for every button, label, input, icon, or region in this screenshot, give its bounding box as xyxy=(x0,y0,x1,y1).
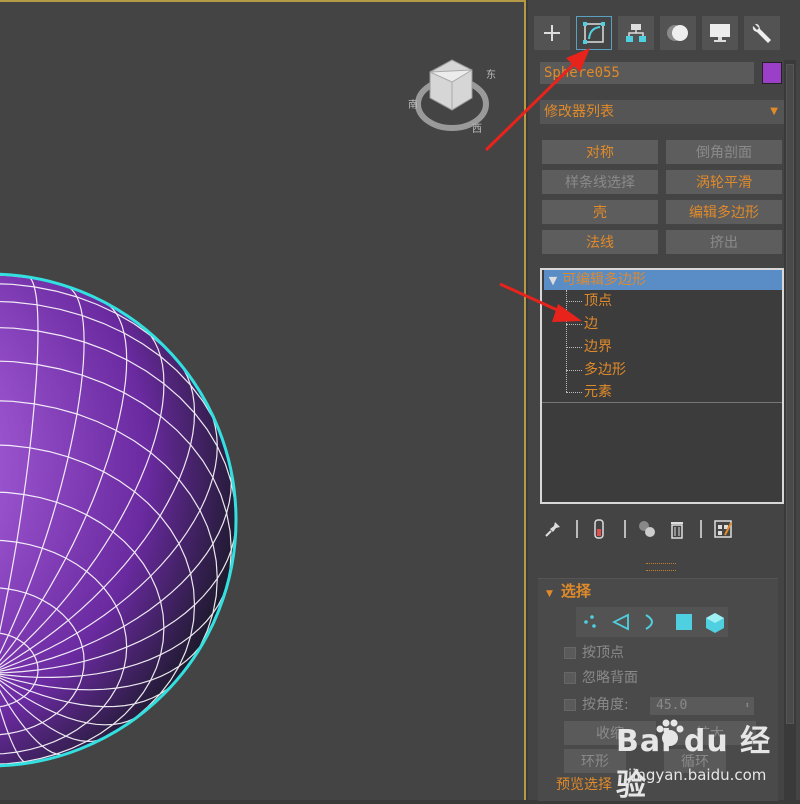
svg-text:东: 东 xyxy=(486,68,496,81)
show-end-result-icon[interactable] xyxy=(588,518,610,540)
stack-toolbar xyxy=(540,516,784,542)
plus-icon xyxy=(544,25,560,41)
watermark-brand: Bai du 经验 xyxy=(616,724,772,803)
panel-scrollbar[interactable] xyxy=(784,60,796,800)
command-tabs xyxy=(528,8,800,52)
ignore-backfacing-checkbox[interactable] xyxy=(564,672,576,684)
by-vertex-label: 按顶点 xyxy=(582,645,624,661)
rollout-title-label: 选择 xyxy=(560,582,591,600)
subobject-selector-bar xyxy=(576,607,728,637)
watermark-url: jingyan.baidu.com xyxy=(628,766,767,784)
angle-value: 45.0 xyxy=(656,698,688,713)
tree-branch xyxy=(566,301,582,302)
element-mode-icon[interactable] xyxy=(706,613,724,633)
hierarchy-icon xyxy=(626,24,646,42)
tree-branch xyxy=(566,370,582,371)
motion-icon xyxy=(667,25,688,41)
panel-grip[interactable] xyxy=(646,563,676,571)
baidu-watermark: Bai du 经验 jingyan.baidu.com xyxy=(598,712,798,803)
collapse-triangle-icon: ▼ xyxy=(546,589,553,599)
stack-divider xyxy=(542,402,782,403)
object-name-field[interactable]: Sphere055 xyxy=(540,62,754,84)
subobject-vertex[interactable]: 顶点 xyxy=(584,291,612,311)
border-mode-icon[interactable] xyxy=(645,614,653,630)
tree-line xyxy=(566,290,567,392)
modifier-button-extrude[interactable]: 挤出 xyxy=(666,230,782,254)
polygon-mode-icon[interactable] xyxy=(676,614,692,630)
by-angle-label: 按角度: xyxy=(582,697,629,713)
modifier-stack: ▼ 可编辑多边形 顶点 边 边界 多边形 元素 xyxy=(540,268,784,504)
modifier-button-normal[interactable]: 法线 xyxy=(542,230,658,254)
tab-display[interactable] xyxy=(702,16,738,50)
tab-create[interactable] xyxy=(534,16,570,50)
modifier-button-bevel-profile[interactable]: 倒角剖面 xyxy=(666,140,782,164)
tab-modify[interactable] xyxy=(576,16,612,50)
svg-text:南: 南 xyxy=(408,98,418,111)
monitor-icon xyxy=(710,24,730,42)
stack-root-label: 可编辑多边形 xyxy=(562,272,646,288)
stack-item-editable-poly[interactable]: ▼ 可编辑多边形 xyxy=(544,270,782,290)
scrollbar-thumb[interactable] xyxy=(786,64,794,724)
by-angle-checkbox[interactable] xyxy=(564,699,576,711)
wrench-icon xyxy=(752,23,771,43)
subobject-border[interactable]: 边界 xyxy=(584,337,612,357)
ignore-backfacing-label: 忽略背面 xyxy=(582,670,638,686)
toolbar-separator xyxy=(624,520,626,538)
modify-curve-icon xyxy=(583,22,605,44)
tree-branch xyxy=(566,347,582,348)
vertex-mode-icon[interactable] xyxy=(584,615,596,628)
modifier-button-spline-select[interactable]: 样条线选择 xyxy=(542,170,658,194)
viewcube[interactable]: 南 东 西 xyxy=(400,42,500,142)
by-vertex-checkbox[interactable] xyxy=(564,647,576,659)
dropdown-arrow-icon: ▼ xyxy=(770,106,778,117)
svg-text:西: 西 xyxy=(472,124,482,135)
modifier-button-shell[interactable]: 壳 xyxy=(542,200,658,224)
subobject-edge[interactable]: 边 xyxy=(584,314,598,334)
edge-mode-icon[interactable] xyxy=(611,613,629,631)
collapse-triangle-icon[interactable]: ▼ xyxy=(544,271,562,291)
subobject-polygon[interactable]: 多边形 xyxy=(584,360,626,380)
command-panel: Sphere055 修改器列表 ▼ 对称 倒角剖面 样条线选择 涡轮平滑 壳 编… xyxy=(528,0,800,801)
subobject-element[interactable]: 元素 xyxy=(584,382,612,402)
tree-branch xyxy=(566,324,582,325)
tab-motion[interactable] xyxy=(660,16,696,50)
tree-branch xyxy=(566,392,582,393)
configure-modifier-sets-icon[interactable] xyxy=(712,518,734,540)
rollout-title[interactable]: ▼ 选择 xyxy=(546,581,591,604)
modifier-button-edit-poly[interactable]: 编辑多边形 xyxy=(666,200,782,224)
toolbar-separator xyxy=(700,520,702,538)
viewport[interactable]: 南 东 西 xyxy=(0,0,526,800)
toolbar-separator xyxy=(576,520,578,538)
tab-utilities[interactable] xyxy=(744,16,780,50)
modifier-button-symmetry[interactable]: 对称 xyxy=(542,140,658,164)
modifier-list-dropdown[interactable]: 修改器列表 ▼ xyxy=(540,100,784,124)
tab-hierarchy[interactable] xyxy=(618,16,654,50)
make-unique-icon[interactable] xyxy=(636,518,658,540)
pin-stack-icon[interactable] xyxy=(542,518,564,540)
trash-icon[interactable] xyxy=(666,518,688,540)
modifier-list-label: 修改器列表 xyxy=(544,104,614,120)
object-color-swatch[interactable] xyxy=(762,62,782,84)
modifier-button-turbosmooth[interactable]: 涡轮平滑 xyxy=(666,170,782,194)
